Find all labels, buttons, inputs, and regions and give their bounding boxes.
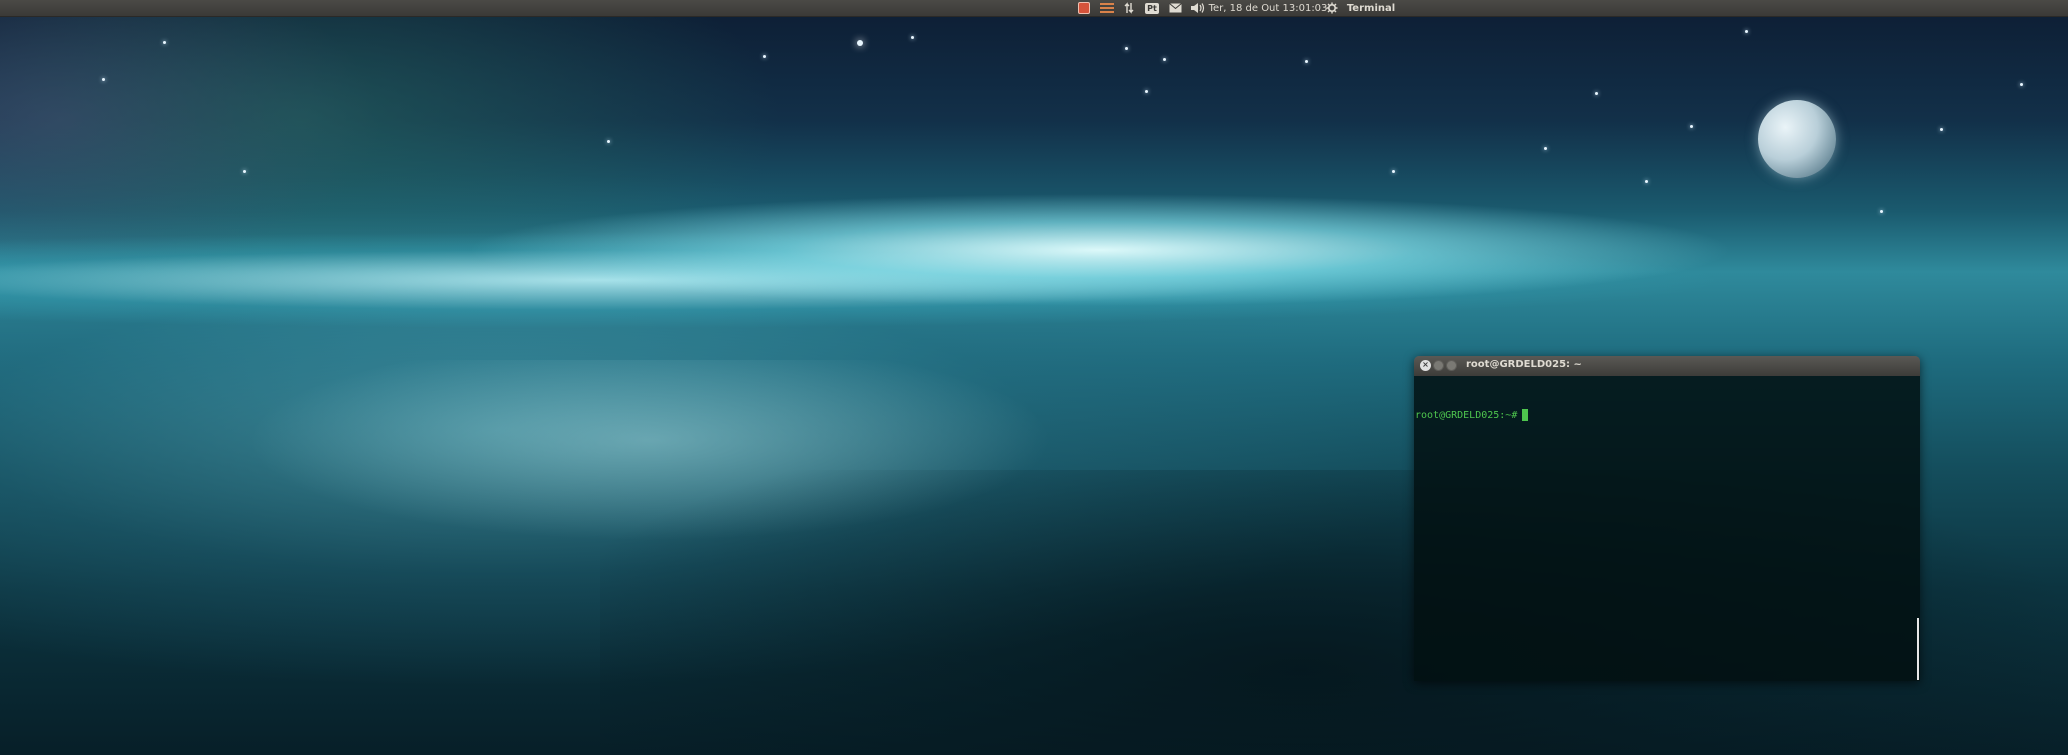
wallpaper-star xyxy=(1544,147,1547,150)
wallpaper-star xyxy=(1163,58,1166,61)
wallpaper-star xyxy=(1305,60,1308,63)
terminal-body[interactable]: root@GRDELD025:~# xyxy=(1414,376,1920,681)
wallpaper-star xyxy=(763,55,766,58)
wallpaper-star xyxy=(163,41,166,44)
wallpaper-star xyxy=(1125,47,1128,50)
wallpaper-star xyxy=(1645,180,1648,183)
wallpaper-star xyxy=(1690,125,1693,128)
wallpaper-star xyxy=(1595,92,1598,95)
volume-icon[interactable] xyxy=(1189,1,1207,15)
maximize-icon[interactable] xyxy=(1446,360,1457,371)
update-icon[interactable] xyxy=(1098,1,1116,15)
gear-icon[interactable] xyxy=(1325,1,1339,15)
app-indicator-icon[interactable] xyxy=(1076,1,1092,15)
mail-icon[interactable] xyxy=(1167,1,1183,15)
wallpaper-star xyxy=(607,140,610,143)
keyboard-layout-indicator[interactable]: Pt xyxy=(1144,1,1160,15)
terminal-title: root@GRDELD025: ~ xyxy=(1466,359,1582,370)
wallpaper-star xyxy=(102,78,105,81)
terminal-titlebar[interactable]: × root@GRDELD025: ~ xyxy=(1414,356,1920,376)
wallpaper-star xyxy=(1940,128,1943,131)
clock-indicator[interactable]: Ter, 18 de Out 13:01:03 xyxy=(1209,1,1328,15)
wallpaper-star xyxy=(2020,83,2023,86)
terminal-prompt-line[interactable]: root@GRDELD025:~# xyxy=(1415,409,1529,421)
terminal-prompt: root@GRDELD025:~# xyxy=(1415,409,1518,421)
network-icon[interactable] xyxy=(1122,1,1136,15)
wallpaper-star xyxy=(911,36,914,39)
keyboard-layout-label: Pt xyxy=(1145,2,1159,14)
terminal-cursor xyxy=(1522,409,1529,421)
active-app-title: Terminal xyxy=(1346,2,1396,14)
wallpaper-star xyxy=(1745,30,1748,33)
close-icon[interactable]: × xyxy=(1420,360,1431,371)
wallpaper-star xyxy=(1880,210,1883,213)
wallpaper-star xyxy=(1145,90,1148,93)
terminal-scrollbar[interactable] xyxy=(1917,618,1919,680)
terminal-window[interactable]: × root@GRDELD025: ~ root@GRDELD025:~# xyxy=(1414,356,1920,681)
wallpaper-star xyxy=(243,170,246,173)
wallpaper-star xyxy=(1392,170,1395,173)
minimize-icon[interactable] xyxy=(1433,360,1444,371)
wallpaper-star xyxy=(857,40,863,46)
wallpaper-moon xyxy=(1758,100,1836,178)
top-panel: Pt Ter, 18 de Out 13:01:03 Terminal xyxy=(0,0,2068,17)
